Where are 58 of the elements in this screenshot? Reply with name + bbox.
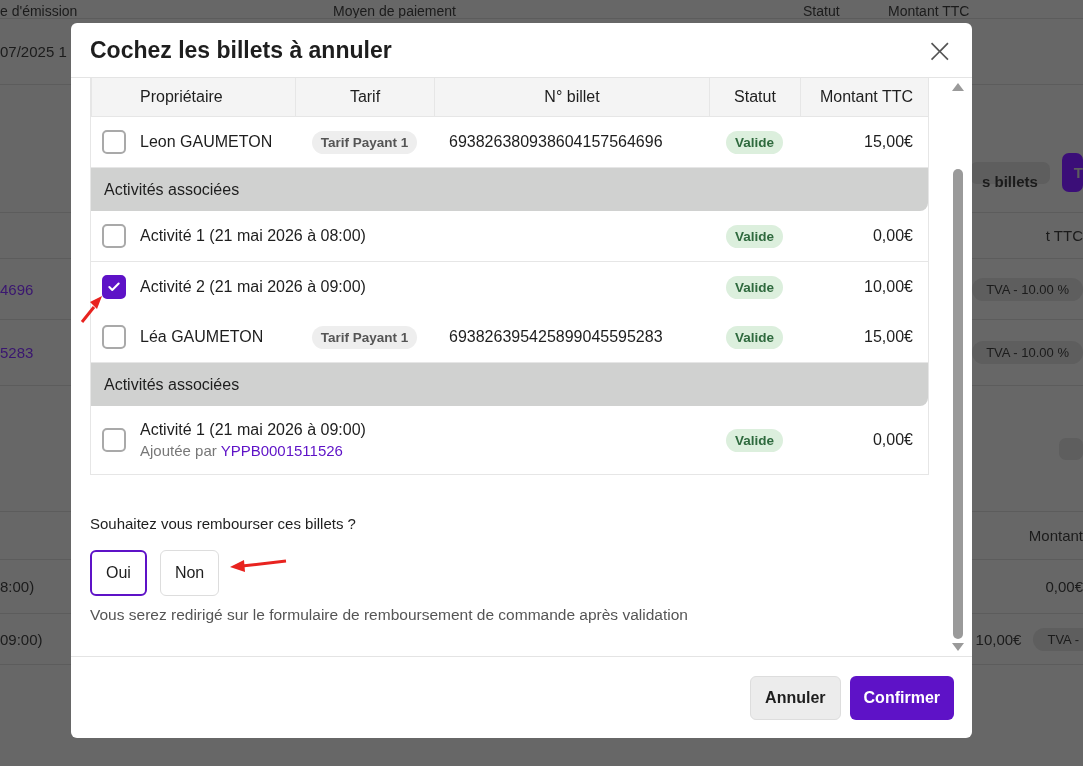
status-badge: Valide <box>726 130 783 154</box>
refund-question: Souhaitez vous rembourser ces billets ? <box>90 515 357 532</box>
column-header: Tarif <box>295 78 434 116</box>
check-icon <box>106 280 121 294</box>
tarif-badge: Tarif Payant 1 <box>311 325 418 349</box>
owner-name: Léa GAUMETON <box>139 328 265 346</box>
amount: 0,00€ <box>872 227 914 245</box>
activity-label: Activité 1 (21 mai 2026 à 09:00) <box>140 421 367 439</box>
column-header: e d'émission <box>0 4 79 18</box>
checkbox[interactable] <box>101 224 126 248</box>
checkbox[interactable] <box>101 325 126 349</box>
activity-label: Activité 1 (21 mai 2026 à 08:00) <box>140 227 367 245</box>
annotation-arrow <box>230 559 287 572</box>
ticket-number: 693826395425899045595283 <box>448 328 664 346</box>
checkbox[interactable] <box>101 275 126 299</box>
group-header: Activités associées <box>91 168 928 211</box>
added-by-text: Ajoutée par YPPB0001511526 <box>140 442 344 459</box>
dialog-title: Cochez les billets à annuler <box>90 36 392 64</box>
vat-badge: TVA - <box>1033 627 1083 651</box>
table-cell: 0,00€ <box>1045 578 1083 595</box>
vat-badge: TVA - 10.00 % <box>972 341 1083 364</box>
column-header: Propriétaire <box>139 87 224 107</box>
column-header: Statut <box>709 78 800 116</box>
column-header: N° billet <box>434 78 709 116</box>
order-link[interactable]: YPPB0001511526 <box>220 442 343 459</box>
close-button[interactable]: × <box>925 35 954 65</box>
amount: 15,00€ <box>864 328 914 346</box>
table-cell: 07/2025 1 <box>0 43 67 60</box>
owner-name: Leon GAUMETON <box>139 133 274 151</box>
column-header: Moyen de paiement <box>333 4 457 18</box>
annotation-arrow <box>80 296 102 323</box>
table-cell: Montant <box>1028 527 1083 544</box>
activity-label: Activité 2 (21 mai 2026 à 09:00) <box>140 278 367 296</box>
status-badge: Valide <box>726 325 783 349</box>
status-badge: Valide <box>726 224 783 248</box>
table-cell: 09:00) <box>0 630 43 648</box>
tarif-badge: Tarif Payant 1 <box>311 130 418 154</box>
column-header: Montant TTC <box>888 4 971 18</box>
amount: 0,00€ <box>872 431 914 449</box>
column-header: Statut <box>803 4 841 18</box>
status-badge: Valide <box>726 275 783 299</box>
amount: 15,00€ <box>864 133 914 151</box>
option-button[interactable]: Oui <box>90 550 147 596</box>
refund-note: Vous serez redirigé sur le formulaire de remboursement de commande après validation <box>90 606 689 624</box>
table-cell: t TTC <box>1045 227 1083 244</box>
table-cell: 10,00€ <box>975 630 1022 648</box>
vat-badge: TVA - 10.00 % <box>972 277 1083 301</box>
amount: 10,00€ <box>864 278 914 296</box>
checkbox[interactable] <box>101 428 126 452</box>
confirm-button[interactable]: Confirmer <box>849 675 954 720</box>
ticket-number: 693826380938604157564696 <box>448 133 664 151</box>
cancel-button[interactable]: Annuler <box>750 675 841 720</box>
group-header: Activités associées <box>91 363 928 406</box>
status-badge: Valide <box>726 428 783 452</box>
column-header: Montant TTC <box>800 78 928 116</box>
checkbox[interactable] <box>101 130 126 154</box>
table-cell: 8:00) <box>0 578 35 595</box>
option-button[interactable]: Non <box>159 550 220 596</box>
